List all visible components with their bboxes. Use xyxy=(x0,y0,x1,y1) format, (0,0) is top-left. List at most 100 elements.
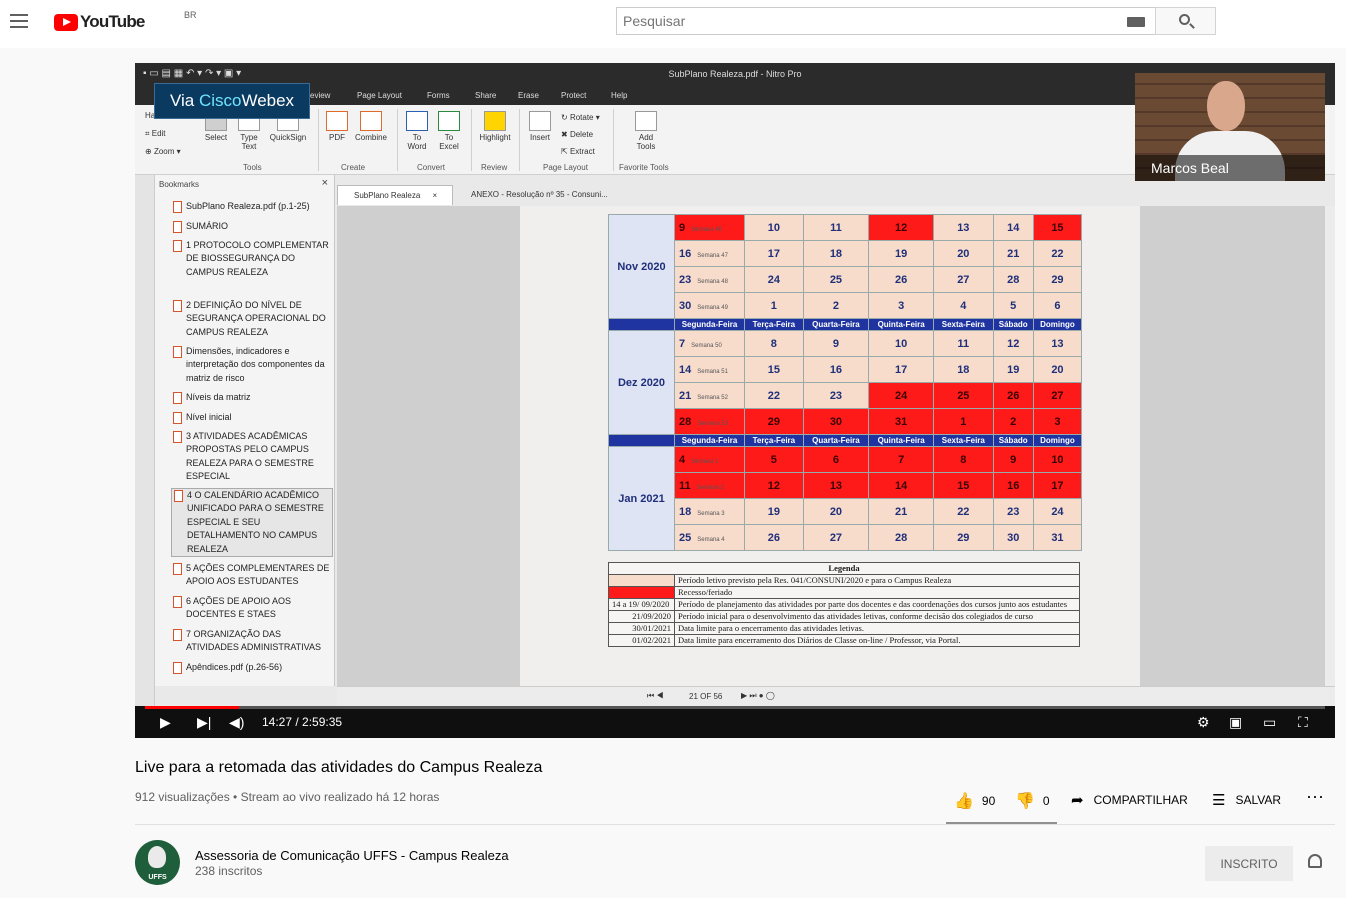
logo-text: YouTube xyxy=(80,12,145,31)
bookmark-item: SUMÁRIO xyxy=(171,220,333,234)
share-arrow-icon: ➦ xyxy=(1071,792,1084,809)
bookmarks-panel: Bookmarks × SubPlano Realeza.pdf (p.1-25)… xyxy=(155,175,335,686)
bookmark-item: Nível inicial xyxy=(171,411,333,425)
quick-access-toolbar: ▪ ▭ ▤ ▦ ↶ ▾ ↷ ▾ ▣ ▾ xyxy=(143,68,242,79)
bookmark-item: 3 ATIVIDADES ACADÊMICAS PROPOSTAS PELO C… xyxy=(171,430,333,484)
shared-screen-nitro-pro: SubPlano Realeza.pdf - Nitro Pro ▪ ▭ ▤ ▦… xyxy=(135,63,1335,706)
share-button[interactable]: ➦ COMPARTILHAR xyxy=(1071,791,1188,809)
like-button[interactable]: 👍 90 xyxy=(954,791,995,811)
delete-tool: ✖ Delete xyxy=(561,130,594,139)
group-favorite-tools: Favorite Tools xyxy=(619,163,669,172)
menu-erase: Erase xyxy=(518,91,539,100)
miniplayer-icon[interactable]: ▣ xyxy=(1229,714,1242,731)
next-icon[interactable]: ▶| xyxy=(197,714,211,731)
bookmark-item: 5 AÇÕES COMPLEMENTARES DE APOIO AOS ESTU… xyxy=(171,562,333,589)
bookmark-item: Níveis da matriz xyxy=(171,391,333,405)
bookmark-item: Apêndices.pdf (p.26-56) xyxy=(171,661,333,675)
group-convert: Convert xyxy=(417,163,446,172)
search-icon xyxy=(1179,14,1190,25)
close-icon: × xyxy=(432,191,438,200)
month-label: Jan 2021 xyxy=(608,446,675,551)
academic-calendar-table: Nov 2020 9 Semana 46 10 11 12 13 14 15 16 Semana… xyxy=(608,214,1083,551)
insert-page-icon xyxy=(529,111,551,131)
page-indicator: 21 OF 56 xyxy=(689,692,723,701)
player-controls: ▶ ▶| ◀) 14:27 / 2:59:35 ⚙ ▣ ▭ ⛶ xyxy=(135,706,1335,738)
hamburger-menu-icon[interactable] xyxy=(10,14,28,28)
to-excel-tool: To Excel xyxy=(435,111,463,151)
subscriber-count: 238 inscritos xyxy=(195,864,263,878)
thumbs-down-icon: 👎 xyxy=(1015,793,1035,810)
extract-tool: ⇱ Extract xyxy=(561,147,595,156)
day-cell: 9 Semana 46 xyxy=(674,214,745,241)
channel-avatar[interactable] xyxy=(135,840,180,885)
progress-bar[interactable] xyxy=(145,706,1325,709)
webex-badge: Via CiscoWebex xyxy=(154,83,310,119)
doc-tab: ANEXO - Resolução nº 35 - Consuni... xyxy=(471,190,608,199)
settings-gear-icon[interactable]: ⚙ xyxy=(1197,714,1210,731)
masthead: YouTube BR xyxy=(0,0,1346,48)
divider xyxy=(135,824,1335,825)
menu-page-layout: Page Layout xyxy=(357,91,402,100)
notification-bell-icon[interactable] xyxy=(1308,854,1322,868)
rotate-tool: ↻ Rotate ▾ xyxy=(561,113,600,122)
zoom-tool: ⊕ Zoom ▾ xyxy=(145,147,181,156)
video-player[interactable]: SubPlano Realeza.pdf - Nitro Pro ▪ ▭ ▤ ▦… xyxy=(135,63,1335,738)
combine-icon xyxy=(360,111,382,131)
nitro-status-bar: ⏮ ◀ 21 OF 56 ▶ ⏭ ● ◯ xyxy=(337,686,1335,706)
play-icon[interactable]: ▶ xyxy=(160,714,171,731)
presenter-name: Marcos Beal xyxy=(1135,155,1325,181)
pdf-page: Nov 2020 9 Semana 46 10 11 12 13 14 15 16 Semana… xyxy=(520,206,1140,686)
search-input[interactable] xyxy=(617,8,1117,34)
video-title: Live para a retomada das atividades do C… xyxy=(135,759,543,776)
save-button[interactable]: ☰ SALVAR xyxy=(1212,791,1281,809)
doc-tab-active: SubPlano Realeza × xyxy=(337,185,453,205)
bookmark-item: SubPlano Realeza.pdf (p.1-25) xyxy=(171,200,333,214)
bookmark-item: 2 DEFINIÇÃO DO NÍVEL DE SEGURANÇA OPERAC… xyxy=(171,299,333,339)
webcam-overlay: Marcos Beal xyxy=(1135,73,1325,181)
to-word-tool: To Word xyxy=(403,111,431,151)
combine-tool: Combine xyxy=(351,111,391,142)
calendar-legend: Legenda Período letivo previsto pela Res… xyxy=(608,562,1080,647)
bookmark-item: 7 ORGANIZAÇÃO DAS ATIVIDADES ADMINISTRAT… xyxy=(171,628,333,655)
fullscreen-icon[interactable]: ⛶ xyxy=(1298,714,1308,731)
document-view: Nov 2020 9 Semana 46 10 11 12 13 14 15 16 Semana… xyxy=(337,206,1325,686)
word-icon xyxy=(406,111,428,131)
more-actions-icon[interactable]: ··· xyxy=(1306,786,1324,807)
menu-forms: Forms xyxy=(427,91,450,100)
menu-share: Share xyxy=(475,91,497,100)
excel-icon xyxy=(438,111,460,131)
bookmark-item-selected: 4 O CALENDÁRIO ACADÊMICO UNIFICADO PARA … xyxy=(171,488,333,558)
channel-name[interactable]: Assessoria de Comunicação UFFS - Campus … xyxy=(195,848,509,863)
youtube-play-icon xyxy=(54,13,78,31)
menu-protect: Protect xyxy=(561,91,587,100)
document-scrollbar xyxy=(1325,206,1335,686)
logo-region: BR xyxy=(184,10,197,20)
page-nav-controls: ▶ ⏭ ● ◯ xyxy=(741,691,775,700)
dislike-button[interactable]: 👎 0 xyxy=(1015,791,1050,811)
theater-mode-icon[interactable]: ▭ xyxy=(1263,714,1276,731)
page-nav-controls: ⏮ ◀ xyxy=(647,691,664,700)
thumbs-up-icon: 👍 xyxy=(954,793,974,810)
search-button[interactable] xyxy=(1155,7,1216,35)
volume-icon[interactable]: ◀) xyxy=(229,714,244,731)
progress-fill xyxy=(145,706,240,709)
insert-tool: Insert xyxy=(525,111,555,142)
search-box xyxy=(616,7,1156,35)
month-label: Nov 2020 xyxy=(608,214,675,319)
youtube-logo[interactable]: YouTube BR xyxy=(54,10,197,32)
highlight-icon xyxy=(484,111,506,131)
video-meta: 912 visualizações • Stream ao vivo reali… xyxy=(135,790,440,804)
subscribe-button[interactable]: INSCRITO xyxy=(1205,846,1293,881)
group-review: Review xyxy=(481,163,508,172)
highlight-tool: Highlight xyxy=(475,111,515,142)
playlist-add-icon: ☰ xyxy=(1212,792,1226,809)
edit-tool: ⌗ Edit xyxy=(145,129,166,138)
bookmark-item: Dimensões, indicadores e interpretação d… xyxy=(171,345,333,385)
legend-title: Legenda xyxy=(608,562,1080,575)
keyboard-icon[interactable] xyxy=(1127,17,1145,27)
group-tools: Tools xyxy=(243,163,262,172)
menu-review: eview xyxy=(310,91,331,100)
bookmark-item: 6 AÇÕES DE APOIO AOS DOCENTES E STAES xyxy=(171,595,333,622)
month-label: Dez 2020 xyxy=(608,330,675,435)
nitro-side-strip xyxy=(135,175,155,706)
